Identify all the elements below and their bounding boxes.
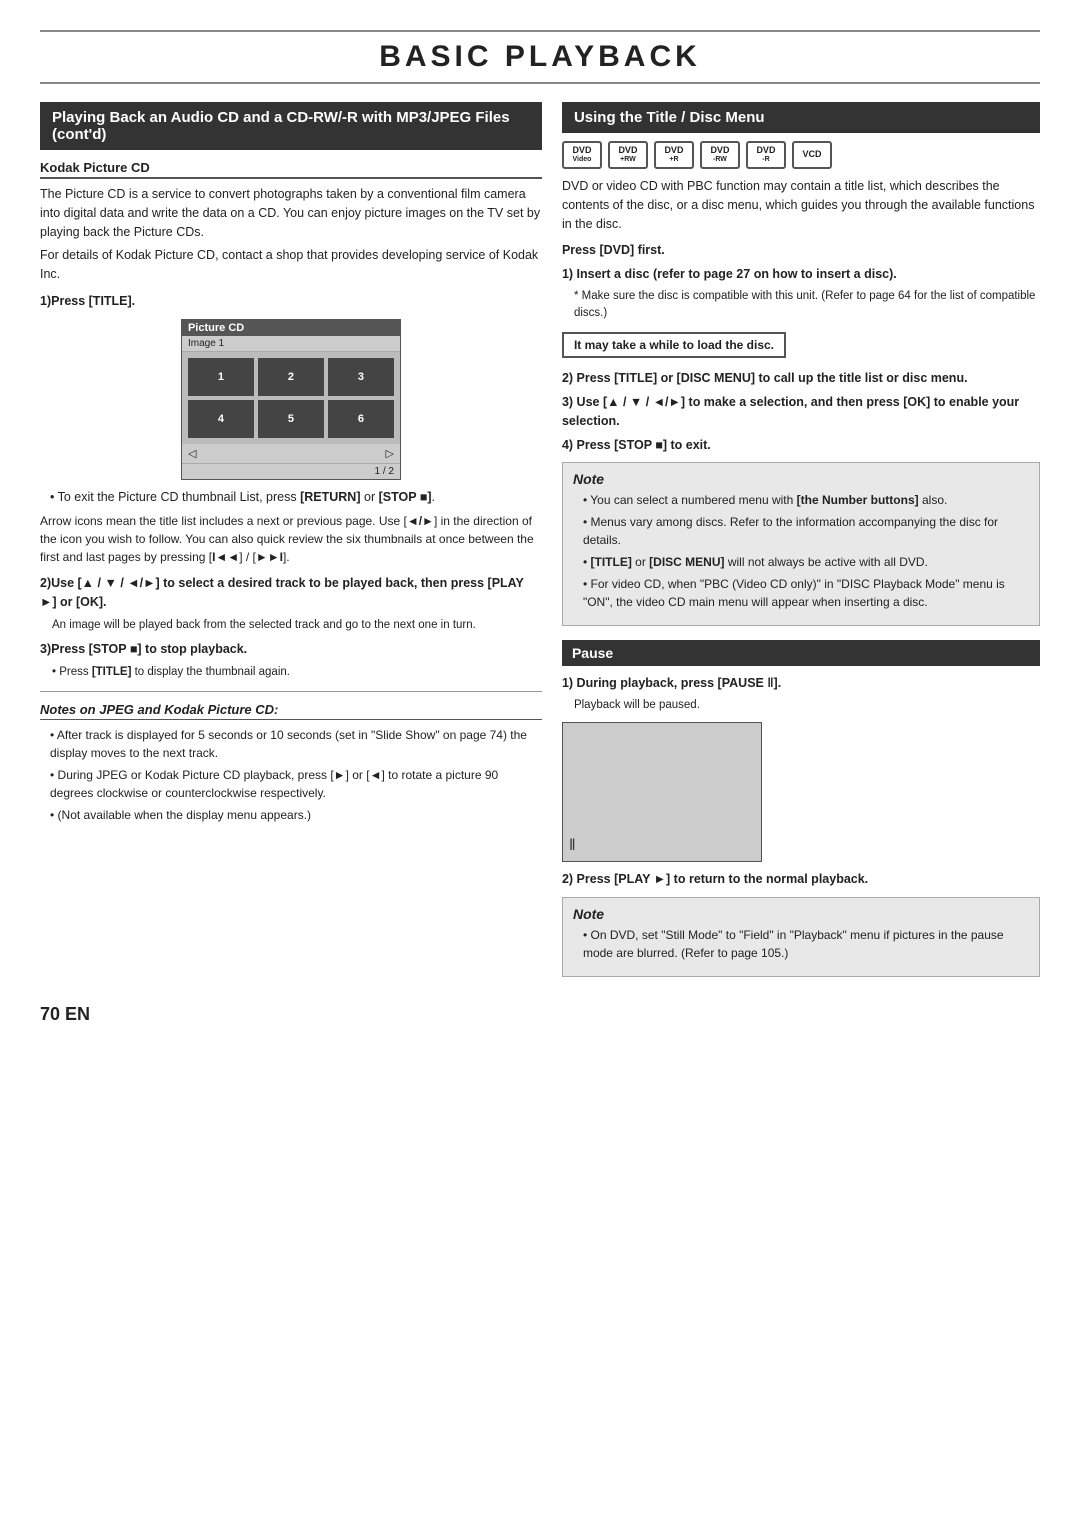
pause-step2: 2) Press [PLAY ►] to return to the norma… — [562, 870, 1040, 889]
right-step3-label: 3) Use [▲ / ▼ / ◄/►] to make a selection… — [562, 393, 1040, 431]
right-note-box: Note You can select a numbered menu with… — [562, 462, 1040, 626]
jpeg-note-2: During JPEG or Kodak Picture CD playback… — [50, 766, 542, 802]
thumbnail-5: 5 — [258, 400, 324, 438]
jpeg-note-1: After track is displayed for 5 seconds o… — [50, 726, 542, 762]
pause-note-title: Note — [573, 906, 1029, 922]
page-title-bar: BASIC PLAYBACK — [40, 30, 1040, 84]
right-note-3: [TITLE] or [DISC MENU] will not always b… — [583, 553, 1029, 571]
picture-cd-nav: ◁ ▷ — [182, 444, 400, 463]
step3-detail: • Press [TITLE] to display the thumbnail… — [40, 664, 542, 681]
pause-notes-list: On DVD, set "Still Mode" to "Field" in "… — [573, 926, 1029, 962]
kodak-intro-text: The Picture CD is a service to convert p… — [40, 185, 542, 241]
pause-step1: 1) During playback, press [PAUSE ‖]. Pla… — [562, 674, 1040, 714]
right-note-1: You can select a numbered menu with [the… — [583, 491, 1029, 509]
pause-screen: ‖ — [562, 722, 762, 862]
step2-detail: An image will be played back from the se… — [40, 617, 542, 634]
pause-note-box: Note On DVD, set "Still Mode" to "Field"… — [562, 897, 1040, 977]
thumbnail-2: 2 — [258, 358, 324, 396]
jpeg-notes-header: Notes on JPEG and Kodak Picture CD: — [40, 702, 542, 720]
thumbnail-1: 1 — [188, 358, 254, 396]
pause-step1-label: 1) During playback, press [PAUSE ‖]. — [562, 674, 1040, 693]
kodak-contact-text: For details of Kodak Picture CD, contact… — [40, 246, 542, 284]
right-step1-label: 1) Insert a disc (refer to page 27 on ho… — [562, 265, 1040, 284]
disc-icons-row: DVDVideo DVD+RW DVD+R DVD-RW DVD-R VCD — [562, 141, 1040, 169]
bullet-return: To exit the Picture CD thumbnail List, p… — [50, 488, 542, 507]
arrow-note: Arrow icons mean the title list includes… — [40, 512, 542, 566]
right-step3: 3) Use [▲ / ▼ / ◄/►] to make a selection… — [562, 393, 1040, 431]
thumbnail-3: 3 — [328, 358, 394, 396]
step2-label: 2)Use [▲ / ▼ / ◄/►] to select a desired … — [40, 574, 542, 612]
disc-icon-dvd-minusr: DVD-R — [746, 141, 786, 169]
right-notes-list: You can select a numbered menu with [the… — [573, 491, 1029, 611]
nav-right: ▷ — [386, 447, 394, 460]
step1-label: 1)Press [TITLE]. — [40, 292, 542, 311]
jpeg-note-3: (Not available when the display menu app… — [50, 806, 542, 824]
right-step1-note: * Make sure the disc is compatible with … — [562, 288, 1040, 323]
right-note-title: Note — [573, 471, 1029, 487]
right-note-4: For video CD, when "PBC (Video CD only)"… — [583, 575, 1029, 611]
thumbnail-6: 6 — [328, 400, 394, 438]
picture-cd-thumbnails: 1 2 3 4 5 6 — [182, 352, 400, 444]
disc-icon-vcd: VCD — [792, 141, 832, 169]
kodak-header: Kodak Picture CD — [40, 160, 542, 179]
right-column: Using the Title / Disc Menu DVDVideo DVD… — [562, 102, 1040, 977]
page-number: 70 EN — [40, 1001, 1040, 1028]
right-note-2: Menus vary among discs. Refer to the inf… — [583, 513, 1029, 549]
right-step4: 4) Press [STOP ■] to exit. — [562, 436, 1040, 455]
right-step2: 2) Press [TITLE] or [DISC MENU] to call … — [562, 369, 1040, 388]
disc-icon-dvd-video: DVDVideo — [562, 141, 602, 169]
picture-cd-box: Picture CD Image 1 1 2 3 4 5 6 ◁ ▷ 1 / 2 — [181, 319, 401, 480]
important-box: It may take a while to load the disc. — [562, 332, 786, 358]
pause-note-1: On DVD, set "Still Mode" to "Field" in "… — [583, 926, 1029, 962]
two-column-layout: Playing Back an Audio CD and a CD-RW/-R … — [40, 102, 1040, 977]
right-section-header: Using the Title / Disc Menu — [562, 102, 1040, 133]
press-dvd-first: Press [DVD] first. — [562, 241, 1040, 260]
picture-cd-subtitle: Image 1 — [182, 336, 400, 352]
right-step2-label: 2) Press [TITLE] or [DISC MENU] to call … — [562, 369, 1040, 388]
disc-icon-dvd-plusrw: DVD+RW — [608, 141, 648, 169]
thumbnail-4: 4 — [188, 400, 254, 438]
pause-section-header: Pause — [562, 640, 1040, 666]
pause-step1-detail: Playback will be paused. — [562, 697, 1040, 714]
picture-cd-title: Picture CD — [182, 320, 400, 336]
right-intro: DVD or video CD with PBC function may co… — [562, 177, 1040, 233]
step3-label: 3)Press [STOP ■] to stop playback. — [40, 640, 542, 659]
bullet-list-return: To exit the Picture CD thumbnail List, p… — [40, 488, 542, 507]
right-step4-label: 4) Press [STOP ■] to exit. — [562, 436, 1040, 455]
picture-cd-page: 1 / 2 — [182, 463, 400, 479]
jpeg-notes-list: After track is displayed for 5 seconds o… — [40, 726, 542, 824]
right-step1: 1) Insert a disc (refer to page 27 on ho… — [562, 265, 1040, 364]
left-column: Playing Back an Audio CD and a CD-RW/-R … — [40, 102, 542, 977]
nav-left: ◁ — [188, 447, 196, 460]
pause-icon: ‖ — [569, 837, 576, 855]
page-title: BASIC PLAYBACK — [40, 40, 1040, 74]
disc-icon-dvd-minusrw: DVD-RW — [700, 141, 740, 169]
pause-step2-label: 2) Press [PLAY ►] to return to the norma… — [562, 870, 1040, 889]
disc-icon-dvd-plusr: DVD+R — [654, 141, 694, 169]
left-section-header: Playing Back an Audio CD and a CD-RW/-R … — [40, 102, 542, 150]
